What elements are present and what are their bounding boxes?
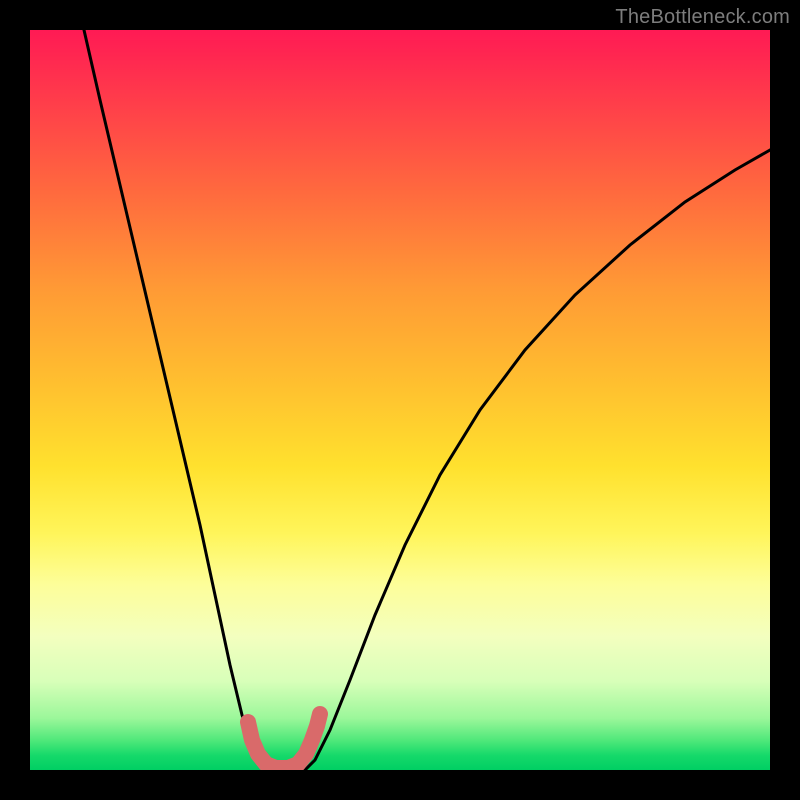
curve-right-branch — [305, 150, 770, 770]
curve-left-branch — [84, 30, 270, 770]
chart-svg — [30, 30, 770, 770]
curve-bottom-lobe — [248, 714, 320, 768]
chart-plot-area — [30, 30, 770, 770]
watermark-text: TheBottleneck.com — [615, 6, 790, 29]
